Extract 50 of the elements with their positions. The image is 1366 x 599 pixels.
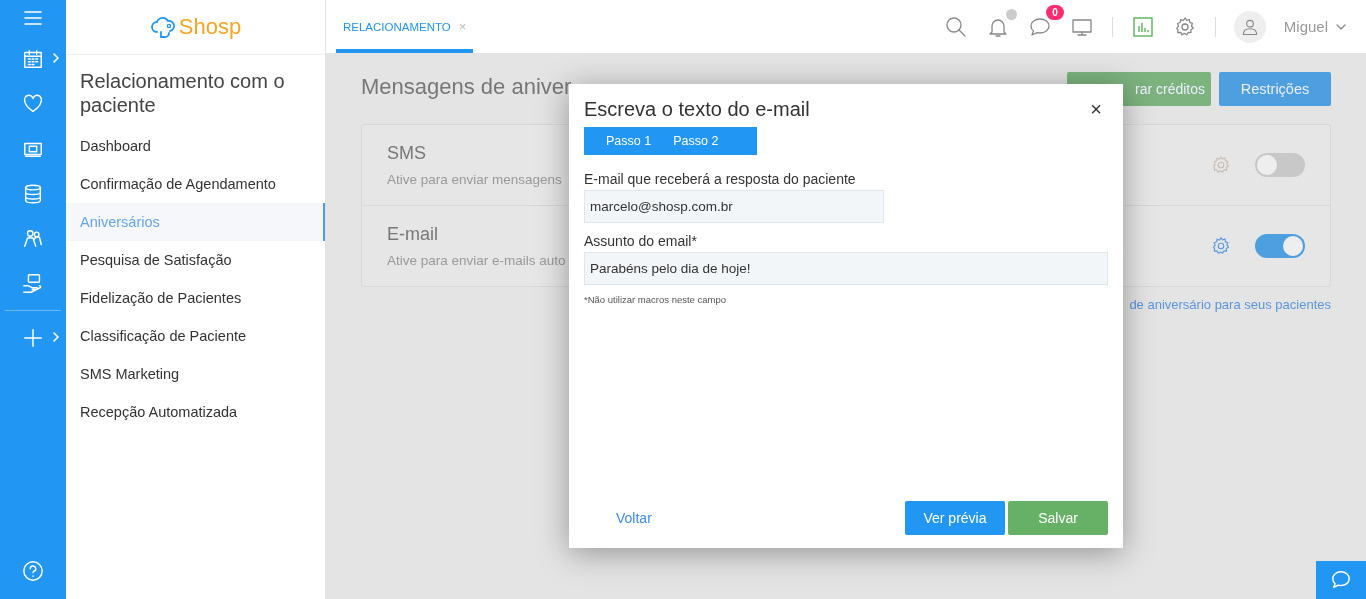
field-note: *Não utilizar macros neste campo (584, 294, 728, 305)
close-icon[interactable]: × (458, 19, 467, 34)
heart-icon[interactable] (22, 92, 44, 115)
page-title: Mensagens de aniver (361, 73, 573, 100)
people-icon[interactable] (22, 227, 44, 250)
dialog-button[interactable]: Ver prévia (905, 501, 1005, 535)
cloud-logo-icon (149, 14, 176, 40)
chat-icon (1330, 570, 1352, 590)
avatar-icon[interactable] (1233, 10, 1266, 43)
sidebar-item[interactable]: Fidelização de Pacientes (66, 279, 325, 317)
search-icon[interactable] (943, 14, 968, 39)
helping-hand-icon[interactable] (22, 272, 44, 295)
help-icon[interactable] (22, 560, 44, 582)
sidebar-item[interactable]: Dashboard (66, 127, 325, 165)
user-name[interactable]: Miguel (1283, 18, 1328, 35)
bar-chart-icon[interactable] (1130, 14, 1155, 39)
step-tab[interactable]: Passo 2 (651, 134, 719, 148)
sidebar-item[interactable]: Recepção Automatizada (66, 393, 325, 431)
dialog-button[interactable]: Salvar (1008, 501, 1108, 535)
back-link[interactable]: Voltar (584, 510, 902, 526)
toggle-switch[interactable] (1255, 234, 1305, 258)
channel-description: Ative para enviar mensagens (387, 172, 562, 187)
sidebar-item[interactable]: Pesquisa de Satisfação (66, 241, 325, 279)
field-label: E-mail que receberá a resposta do paciente (584, 171, 857, 187)
channel-description: Ative para enviar e-mails auto (387, 253, 566, 268)
sidebar-item[interactable]: SMS Marketing (66, 355, 325, 393)
dialog-title: Escreva o texto do e-mail (584, 98, 810, 121)
step-tab[interactable]: Passo 1 (584, 134, 652, 148)
link[interactable]: de aniversário para seus pacientes (1129, 297, 1331, 312)
menu-icon[interactable] (24, 11, 42, 25)
chat-button[interactable] (1316, 561, 1366, 599)
input-field[interactable]: marcelo@shosp.com.br (584, 190, 884, 223)
input-field[interactable]: Parabéns pelo dia de hoje! (584, 252, 1108, 285)
settings-icon[interactable] (1210, 235, 1232, 257)
toggle-switch[interactable] (1255, 153, 1305, 177)
calendar-icon[interactable] (22, 47, 44, 70)
sidebar-item[interactable]: Confirmação de Agendamento (66, 165, 325, 203)
sidebar-title: Relacionamento com o paciente (79, 69, 286, 118)
channel-name: E-mail (387, 224, 438, 245)
count-badge: 0 (1046, 4, 1064, 20)
logo-text: Shosp (178, 14, 242, 40)
sidebar-item[interactable]: Aniversários (66, 203, 325, 241)
field-label: Assunto do email* (584, 233, 698, 249)
chevron-down-icon[interactable] (1336, 23, 1346, 30)
sidebar-item[interactable]: Classificação de Paciente (66, 317, 325, 355)
page-button[interactable]: Restrições (1219, 72, 1331, 106)
database-icon[interactable] (22, 182, 44, 205)
status-dot (1005, 8, 1017, 20)
channel-name: SMS (387, 143, 426, 164)
plus-icon[interactable] (22, 326, 44, 349)
